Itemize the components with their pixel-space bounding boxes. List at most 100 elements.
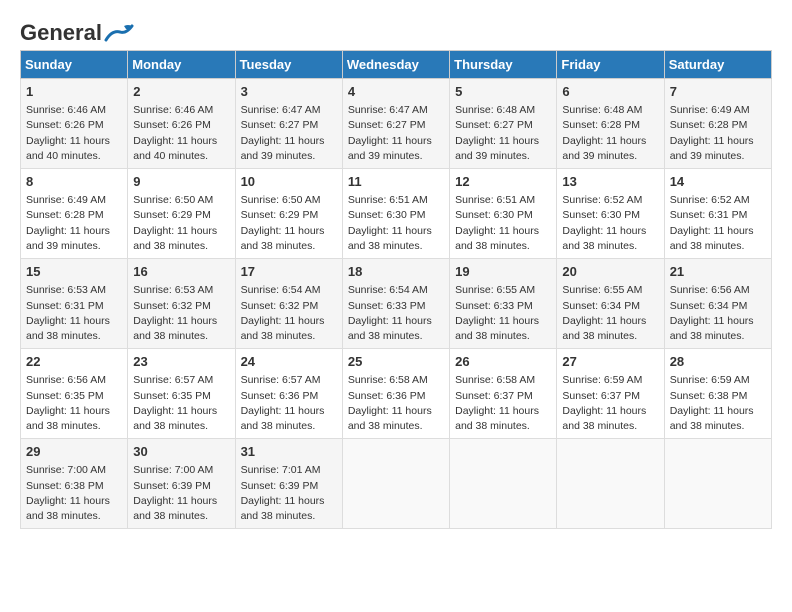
- calendar-cell: 16 Sunrise: 6:53 AMSunset: 6:32 PMDayligh…: [128, 259, 235, 349]
- day-number: 27: [562, 353, 658, 371]
- day-number: 22: [26, 353, 122, 371]
- calendar-cell: 2 Sunrise: 6:46 AMSunset: 6:26 PMDaylight…: [128, 79, 235, 169]
- day-info: Sunrise: 7:00 AMSunset: 6:38 PMDaylight:…: [26, 463, 122, 524]
- day-number: 4: [348, 83, 444, 101]
- day-info: Sunrise: 6:51 AMSunset: 6:30 PMDaylight:…: [455, 193, 551, 254]
- day-info: Sunrise: 6:56 AMSunset: 6:35 PMDaylight:…: [26, 373, 122, 434]
- calendar-week-row: 1 Sunrise: 6:46 AMSunset: 6:26 PMDaylight…: [21, 79, 772, 169]
- day-number: 3: [241, 83, 337, 101]
- day-info: Sunrise: 6:50 AMSunset: 6:29 PMDaylight:…: [133, 193, 229, 254]
- day-info: Sunrise: 6:50 AMSunset: 6:29 PMDaylight:…: [241, 193, 337, 254]
- calendar-cell: 25Sunrise: 6:58 AMSunset: 6:36 PMDayligh…: [342, 349, 449, 439]
- day-number: 26: [455, 353, 551, 371]
- day-number: 2: [133, 83, 229, 101]
- calendar-week-row: 22 Sunrise: 6:56 AMSunset: 6:35 PMDayligh…: [21, 349, 772, 439]
- day-info: Sunrise: 6:55 AMSunset: 6:34 PMDaylight:…: [562, 283, 658, 344]
- day-info: Sunrise: 6:59 AMSunset: 6:38 PMDaylight:…: [670, 373, 766, 434]
- calendar-cell: 3 Sunrise: 6:47 AMSunset: 6:27 PMDaylight…: [235, 79, 342, 169]
- calendar-cell: 24 Sunrise: 6:57 AMSunset: 6:36 PMDayligh…: [235, 349, 342, 439]
- calendar-week-row: 29Sunrise: 7:00 AMSunset: 6:38 PMDayligh…: [21, 439, 772, 529]
- calendar-cell: 30Sunrise: 7:00 AMSunset: 6:39 PMDayligh…: [128, 439, 235, 529]
- calendar-cell: [342, 439, 449, 529]
- calendar-cell: 23 Sunrise: 6:57 AMSunset: 6:35 PMDayligh…: [128, 349, 235, 439]
- calendar-cell: 27 Sunrise: 6:59 AMSunset: 6:37 PMDayligh…: [557, 349, 664, 439]
- page-header: General: [20, 20, 772, 40]
- day-info: Sunrise: 6:48 AMSunset: 6:27 PMDaylight:…: [455, 103, 551, 164]
- calendar-cell: 11 Sunrise: 6:51 AMSunset: 6:30 PMDayligh…: [342, 169, 449, 259]
- day-of-week-header: Wednesday: [342, 51, 449, 79]
- day-of-week-header: Friday: [557, 51, 664, 79]
- day-info: Sunrise: 6:49 AMSunset: 6:28 PMDaylight:…: [670, 103, 766, 164]
- day-number: 23: [133, 353, 229, 371]
- day-of-week-header: Monday: [128, 51, 235, 79]
- calendar-cell: 29Sunrise: 7:00 AMSunset: 6:38 PMDayligh…: [21, 439, 128, 529]
- day-number: 28: [670, 353, 766, 371]
- calendar-cell: 12 Sunrise: 6:51 AMSunset: 6:30 PMDayligh…: [450, 169, 557, 259]
- day-info: Sunrise: 6:46 AMSunset: 6:26 PMDaylight:…: [26, 103, 122, 164]
- calendar-cell: [557, 439, 664, 529]
- calendar-cell: 10 Sunrise: 6:50 AMSunset: 6:29 PMDayligh…: [235, 169, 342, 259]
- day-number: 30: [133, 443, 229, 461]
- day-number: 10: [241, 173, 337, 191]
- calendar-cell: 1 Sunrise: 6:46 AMSunset: 6:26 PMDaylight…: [21, 79, 128, 169]
- day-info: Sunrise: 6:46 AMSunset: 6:26 PMDaylight:…: [133, 103, 229, 164]
- day-info: Sunrise: 6:52 AMSunset: 6:30 PMDaylight:…: [562, 193, 658, 254]
- calendar-table: SundayMondayTuesdayWednesdayThursdayFrid…: [20, 50, 772, 529]
- day-info: Sunrise: 6:49 AMSunset: 6:28 PMDaylight:…: [26, 193, 122, 254]
- calendar-cell: 13 Sunrise: 6:52 AMSunset: 6:30 PMDayligh…: [557, 169, 664, 259]
- calendar-cell: [450, 439, 557, 529]
- day-number: 1: [26, 83, 122, 101]
- calendar-cell: 26 Sunrise: 6:58 AMSunset: 6:37 PMDayligh…: [450, 349, 557, 439]
- day-info: Sunrise: 6:59 AMSunset: 6:37 PMDaylight:…: [562, 373, 658, 434]
- day-info: Sunrise: 6:53 AMSunset: 6:31 PMDaylight:…: [26, 283, 122, 344]
- calendar-cell: 9Sunrise: 6:50 AMSunset: 6:29 PMDaylight…: [128, 169, 235, 259]
- day-number: 5: [455, 83, 551, 101]
- day-info: Sunrise: 6:52 AMSunset: 6:31 PMDaylight:…: [670, 193, 766, 254]
- day-info: Sunrise: 6:51 AMSunset: 6:30 PMDaylight:…: [348, 193, 444, 254]
- day-number: 8: [26, 173, 122, 191]
- day-number: 11: [348, 173, 444, 191]
- day-of-week-header: Tuesday: [235, 51, 342, 79]
- day-number: 12: [455, 173, 551, 191]
- calendar-cell: 22 Sunrise: 6:56 AMSunset: 6:35 PMDayligh…: [21, 349, 128, 439]
- day-of-week-header: Sunday: [21, 51, 128, 79]
- calendar-cell: 14 Sunrise: 6:52 AMSunset: 6:31 PMDayligh…: [664, 169, 771, 259]
- calendar-cell: 5 Sunrise: 6:48 AMSunset: 6:27 PMDaylight…: [450, 79, 557, 169]
- day-info: Sunrise: 6:54 AMSunset: 6:32 PMDaylight:…: [241, 283, 337, 344]
- day-number: 13: [562, 173, 658, 191]
- day-number: 6: [562, 83, 658, 101]
- day-info: Sunrise: 6:54 AMSunset: 6:33 PMDaylight:…: [348, 283, 444, 344]
- calendar-cell: 28 Sunrise: 6:59 AMSunset: 6:38 PMDayligh…: [664, 349, 771, 439]
- day-number: 18: [348, 263, 444, 281]
- day-info: Sunrise: 6:48 AMSunset: 6:28 PMDaylight:…: [562, 103, 658, 164]
- day-number: 20: [562, 263, 658, 281]
- day-info: Sunrise: 6:53 AMSunset: 6:32 PMDaylight:…: [133, 283, 229, 344]
- day-info: Sunrise: 6:56 AMSunset: 6:34 PMDaylight:…: [670, 283, 766, 344]
- calendar-cell: 6 Sunrise: 6:48 AMSunset: 6:28 PMDaylight…: [557, 79, 664, 169]
- day-number: 16: [133, 263, 229, 281]
- calendar-cell: 8 Sunrise: 6:49 AMSunset: 6:28 PMDaylight…: [21, 169, 128, 259]
- day-info: Sunrise: 6:58 AMSunset: 6:37 PMDaylight:…: [455, 373, 551, 434]
- day-number: 7: [670, 83, 766, 101]
- logo: General: [20, 20, 134, 40]
- day-number: 21: [670, 263, 766, 281]
- calendar-cell: 18 Sunrise: 6:54 AMSunset: 6:33 PMDayligh…: [342, 259, 449, 349]
- day-info: Sunrise: 6:47 AMSunset: 6:27 PMDaylight:…: [348, 103, 444, 164]
- day-info: Sunrise: 6:57 AMSunset: 6:35 PMDaylight:…: [133, 373, 229, 434]
- day-number: 24: [241, 353, 337, 371]
- day-of-week-header: Thursday: [450, 51, 557, 79]
- day-number: 15: [26, 263, 122, 281]
- day-number: 14: [670, 173, 766, 191]
- day-info: Sunrise: 6:58 AMSunset: 6:36 PMDaylight:…: [348, 373, 444, 434]
- day-info: Sunrise: 6:57 AMSunset: 6:36 PMDaylight:…: [241, 373, 337, 434]
- day-info: Sunrise: 6:47 AMSunset: 6:27 PMDaylight:…: [241, 103, 337, 164]
- calendar-week-row: 15 Sunrise: 6:53 AMSunset: 6:31 PMDayligh…: [21, 259, 772, 349]
- calendar-cell: 4 Sunrise: 6:47 AMSunset: 6:27 PMDaylight…: [342, 79, 449, 169]
- calendar-cell: 21 Sunrise: 6:56 AMSunset: 6:34 PMDayligh…: [664, 259, 771, 349]
- calendar-cell: 19Sunrise: 6:55 AMSunset: 6:33 PMDayligh…: [450, 259, 557, 349]
- logo-general: General: [20, 20, 102, 46]
- calendar-cell: 31Sunrise: 7:01 AMSunset: 6:39 PMDayligh…: [235, 439, 342, 529]
- calendar-header-row: SundayMondayTuesdayWednesdayThursdayFrid…: [21, 51, 772, 79]
- day-info: Sunrise: 6:55 AMSunset: 6:33 PMDaylight:…: [455, 283, 551, 344]
- logo-bird-icon: [104, 22, 134, 44]
